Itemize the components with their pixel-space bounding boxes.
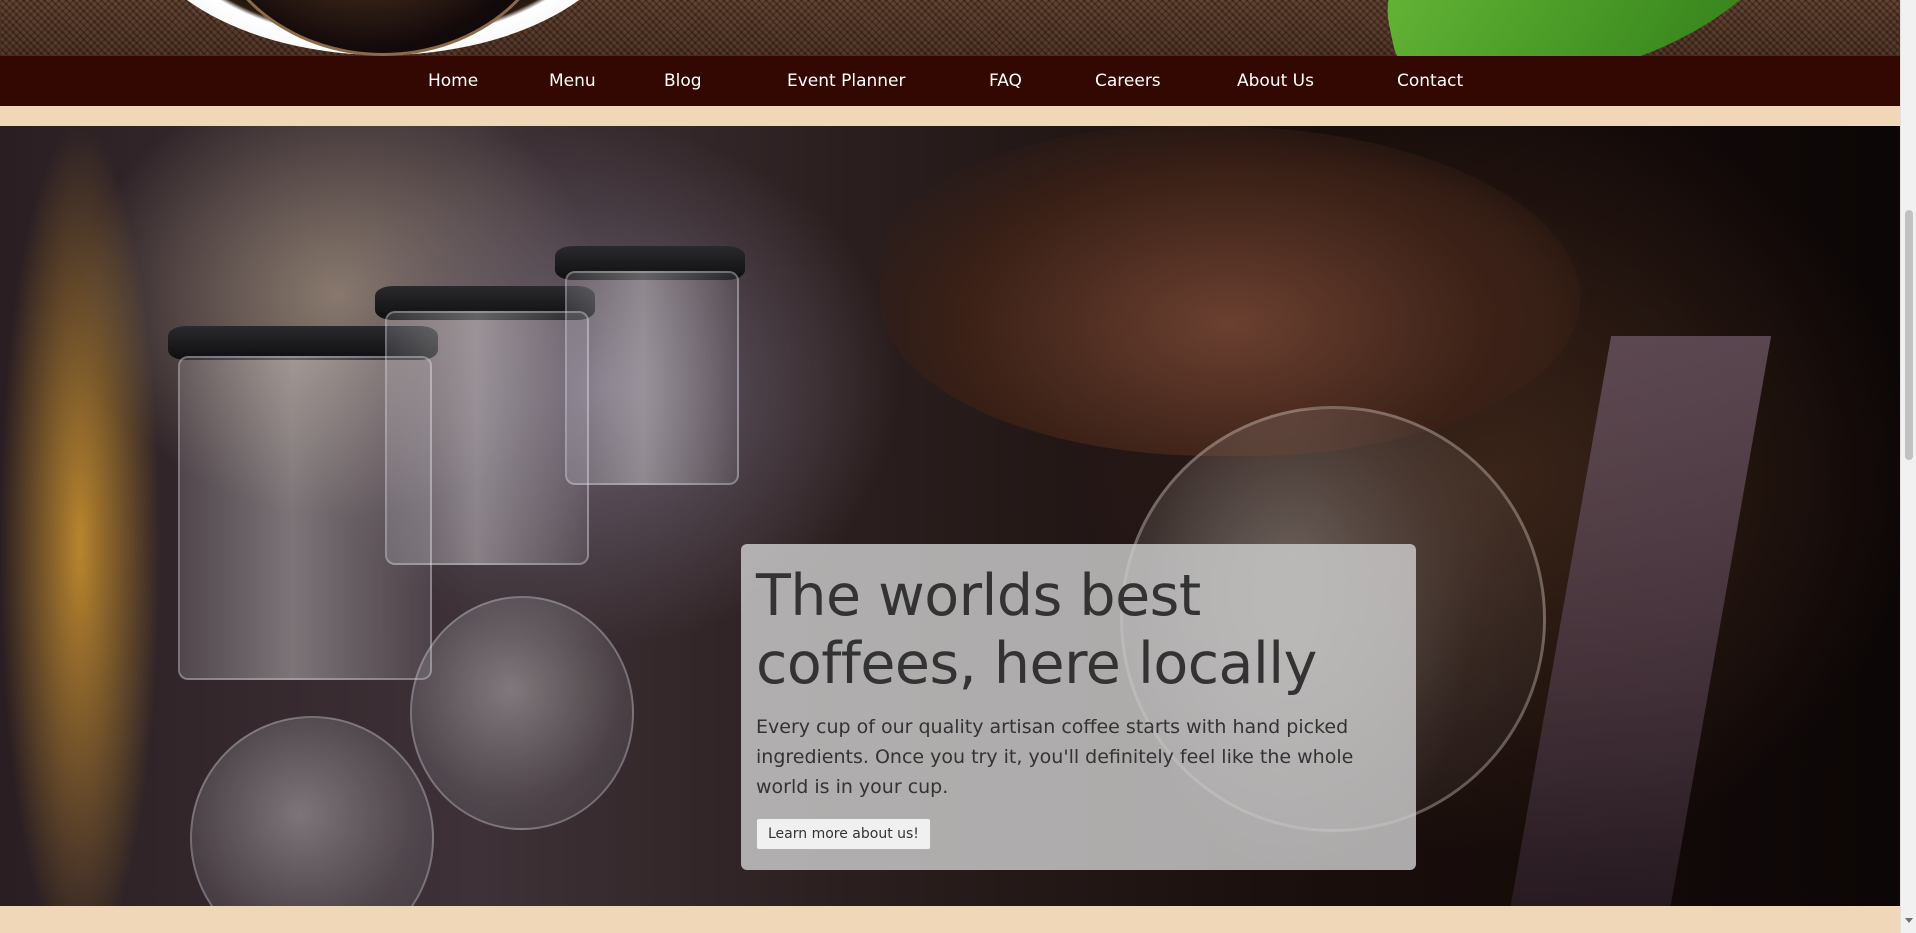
learn-more-button[interactable]: Learn more about us! xyxy=(756,818,931,850)
main-navigation: Home Menu Blog Event Planner FAQ Careers… xyxy=(0,56,1900,106)
nav-item-contact[interactable]: Contact xyxy=(1397,56,1463,106)
scrollbar-thumb[interactable] xyxy=(1905,210,1913,460)
nav-item-home[interactable]: Home xyxy=(428,56,478,106)
header-banner-image xyxy=(0,0,1900,56)
siphon-globe-decoration xyxy=(190,716,434,906)
siphon-glass-decoration xyxy=(385,311,589,565)
nav-item-careers[interactable]: Careers xyxy=(1095,56,1161,106)
coffee-leaf-image xyxy=(1361,0,1819,56)
vertical-scrollbar[interactable] xyxy=(1900,0,1916,933)
nav-item-event-planner[interactable]: Event Planner xyxy=(787,56,906,106)
page: Home Menu Blog Event Planner FAQ Careers… xyxy=(0,0,1916,933)
scroll-down-arrow-icon[interactable] xyxy=(1905,918,1913,923)
siphon-glass-decoration xyxy=(565,271,739,485)
apron-decoration xyxy=(1508,336,1772,906)
nav-item-faq[interactable]: FAQ xyxy=(989,56,1022,106)
hero-title: The worlds best coffees, here locally xyxy=(756,563,1317,697)
nav-item-blog[interactable]: Blog xyxy=(664,56,702,106)
nav-item-menu[interactable]: Menu xyxy=(549,56,596,106)
hero-card: The worlds best coffees, here locally Ev… xyxy=(741,544,1416,870)
nav-item-about-us[interactable]: About Us xyxy=(1237,56,1314,106)
hero-description: Every cup of our quality artisan coffee … xyxy=(756,716,1354,798)
siphon-globe-decoration xyxy=(410,596,634,830)
barista-figure xyxy=(880,126,1580,456)
